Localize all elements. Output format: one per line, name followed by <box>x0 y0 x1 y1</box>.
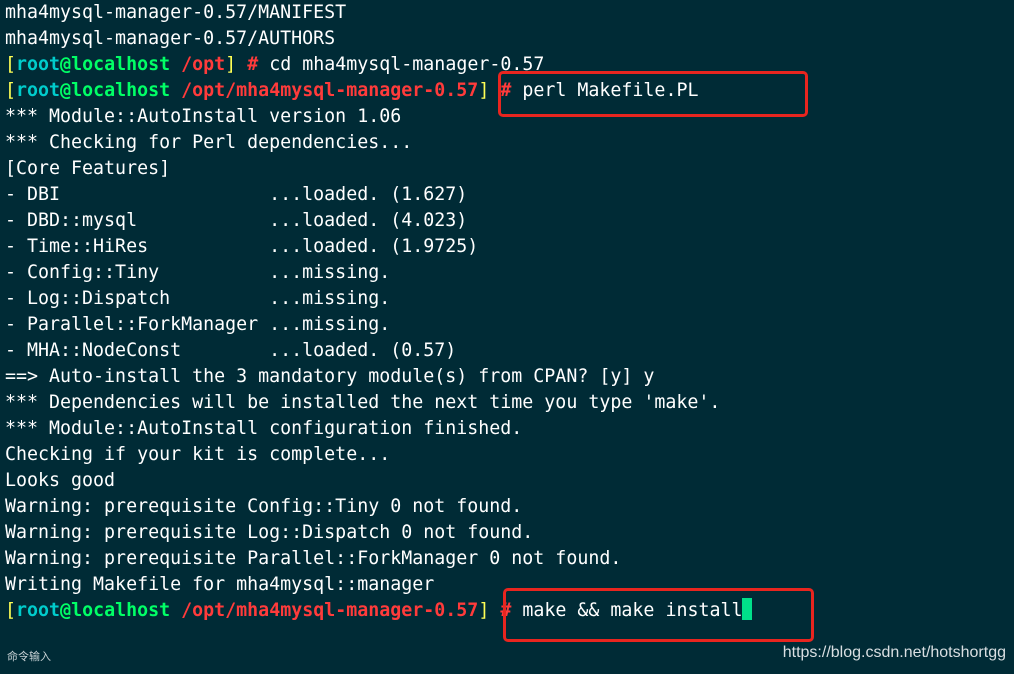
output-line: mha4mysql-manager-0.57/MANIFEST <box>5 2 347 23</box>
output-line: Checking if your kit is complete... <box>5 444 391 465</box>
prompt-path: /opt/mha4mysql-manager-0.57 <box>181 600 479 621</box>
output-line: *** Dependencies will be installed the n… <box>5 392 721 413</box>
output-line: Warning: prerequisite Parallel::ForkMana… <box>5 548 622 569</box>
prompt-host: localhost <box>71 54 171 75</box>
prompt-user: root <box>16 600 61 621</box>
prompt-at: @ <box>60 600 72 621</box>
prompt-open-bracket: [ <box>5 600 17 621</box>
prompt-user: root <box>16 80 61 101</box>
terminal-window[interactable]: mha4mysql-manager-0.57/MANIFEST mha4mysql… <box>0 0 1014 674</box>
prompt-hash: # <box>236 54 259 75</box>
output-line: Warning: prerequisite Log::Dispatch 0 no… <box>5 522 534 543</box>
output-line: - DBI ...loaded. (1.627) <box>5 184 468 205</box>
output-line: Warning: prerequisite Config::Tiny 0 not… <box>5 496 523 517</box>
prompt-close-bracket: ] <box>225 54 237 75</box>
output-line: - Log::Dispatch ...missing. <box>5 288 391 309</box>
prompt-at: @ <box>60 80 72 101</box>
prompt-user: root <box>16 54 61 75</box>
output-line: - Time::HiRes ...loaded. (1.9725) <box>5 236 479 257</box>
prompt-path: /opt <box>181 54 226 75</box>
prompt-at: @ <box>60 54 72 75</box>
output-line: - DBD::mysql ...loaded. (4.023) <box>5 210 468 231</box>
highlight-box-perl-command <box>498 71 808 117</box>
prompt-close-bracket: ] <box>478 80 490 101</box>
prompt-open-bracket: [ <box>5 54 17 75</box>
output-line: *** Checking for Perl dependencies... <box>5 132 413 153</box>
prompt-host: localhost <box>71 80 171 101</box>
output-line: Looks good <box>5 470 116 491</box>
command-input-label: 命令输入 <box>7 650 51 663</box>
output-line: *** Module::AutoInstall configuration fi… <box>5 418 523 439</box>
output-line: - Config::Tiny ...missing. <box>5 262 391 283</box>
output-line: mha4mysql-manager-0.57/AUTHORS <box>5 28 336 49</box>
output-line: [Core Features] <box>5 158 171 179</box>
highlight-box-make-command <box>503 588 814 642</box>
prompt-open-bracket: [ <box>5 80 17 101</box>
prompt-host: localhost <box>71 600 171 621</box>
output-line: - MHA::NodeConst ...loaded. (0.57) <box>5 340 457 361</box>
watermark: https://blog.csdn.net/hotshortgg <box>782 644 1006 661</box>
output-line: ==> Auto-install the 3 mandatory module(… <box>5 366 655 387</box>
prompt-close-bracket: ] <box>478 600 490 621</box>
prompt-path: /opt/mha4mysql-manager-0.57 <box>181 80 479 101</box>
output-line: - Parallel::ForkManager ...missing. <box>5 314 391 335</box>
